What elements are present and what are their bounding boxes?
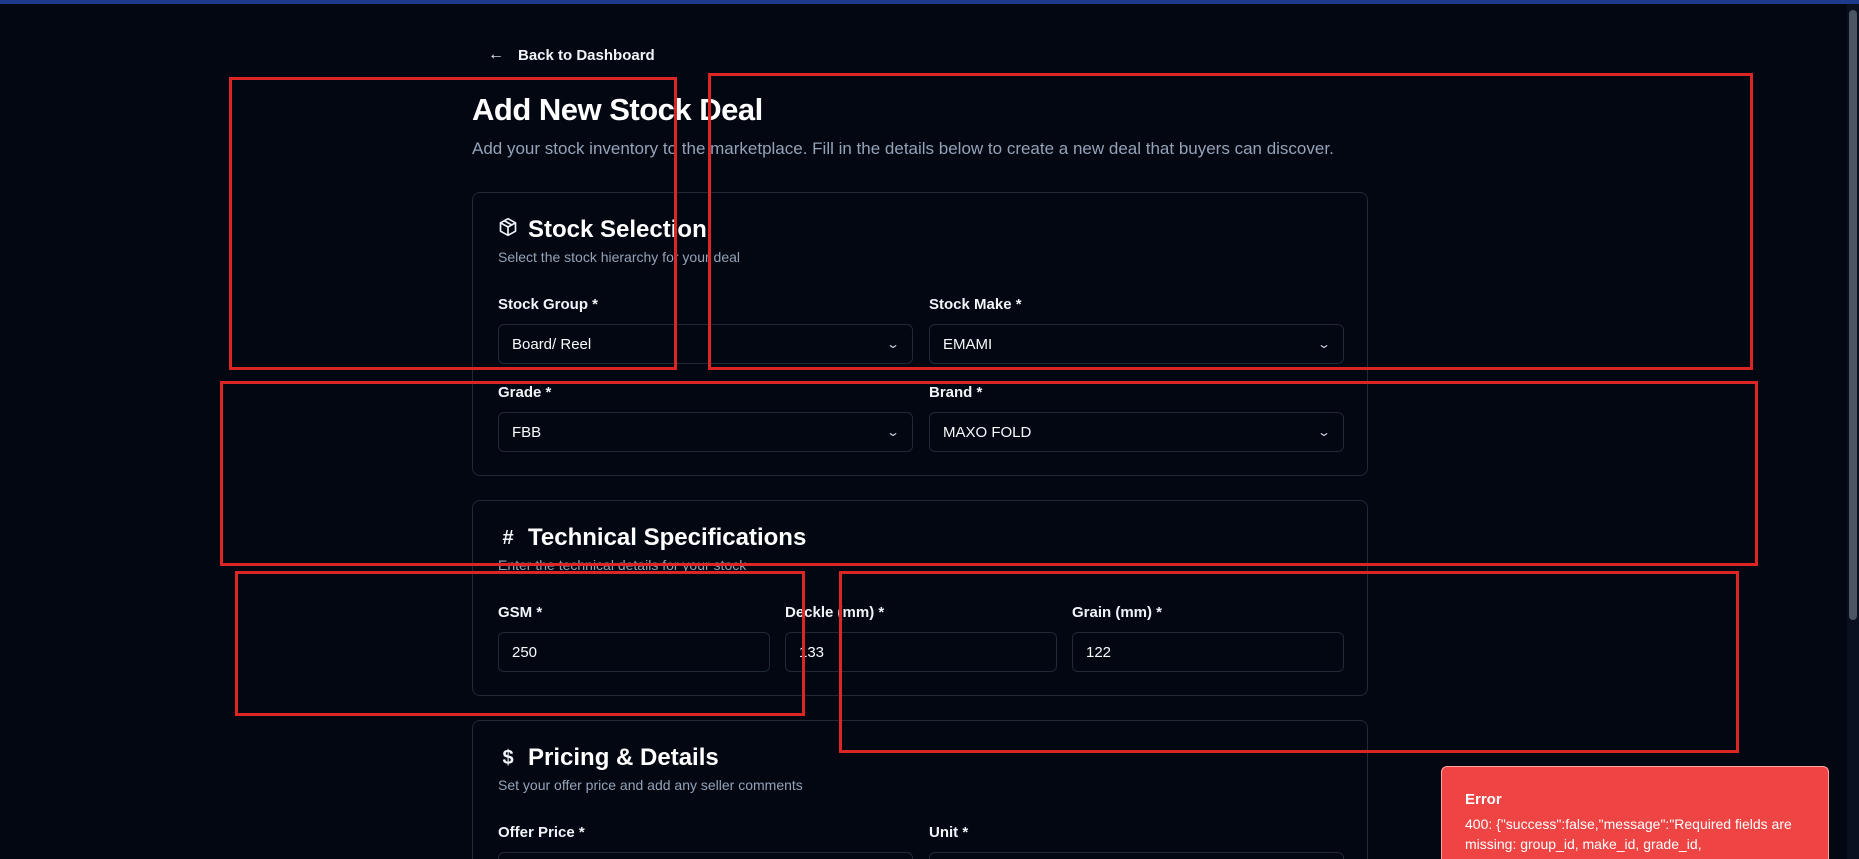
stock-group-select[interactable]: Board/ Reel ⌄ [498, 324, 913, 364]
pricing-details-title: $ Pricing & Details [498, 744, 719, 772]
grade-label: Grade * [498, 384, 552, 401]
technical-specifications-title-text: Technical Specifications [528, 524, 807, 551]
scrollbar-thumb[interactable] [1849, 10, 1857, 620]
error-toast-title: Error [1465, 791, 1502, 808]
brand-select[interactable]: MAXO FOLD ⌄ [929, 412, 1344, 452]
stock-make-value: EMAMI [943, 335, 993, 353]
stock-selection-description: Select the stock hierarchy for your deal [498, 249, 741, 265]
chevron-down-icon: ⌄ [885, 337, 901, 351]
error-toast-message: 400: {"success":false,"message":"Require… [1465, 816, 1792, 852]
stock-make-label: Stock Make * [929, 296, 1022, 313]
deckle-label: Deckle (mm) * [785, 604, 885, 621]
gsm-input[interactable] [498, 632, 770, 672]
dollar-icon: $ [502, 746, 514, 769]
offer-price-label: Offer Price * [498, 824, 585, 841]
hash-icon: # [502, 526, 514, 549]
chevron-down-icon: ⌄ [1316, 425, 1332, 439]
offer-price-input[interactable] [498, 852, 913, 859]
chevron-down-icon: ⌄ [1316, 337, 1332, 351]
pricing-details-title-text: Pricing & Details [528, 744, 719, 771]
package-icon [498, 217, 518, 243]
stock-selection-card: Stock Selection Select the stock hierarc… [472, 192, 1368, 476]
unit-label: Unit * [929, 824, 969, 841]
technical-specifications-card: # Technical Specifications Enter the tec… [472, 500, 1368, 696]
pricing-details-card: $ Pricing & Details Set your offer price… [472, 720, 1368, 859]
gsm-label: GSM * [498, 604, 543, 621]
technical-specifications-title: # Technical Specifications [498, 524, 806, 552]
back-link-label: Back to Dashboard [518, 46, 655, 64]
stock-make-select[interactable]: EMAMI ⌄ [929, 324, 1344, 364]
page-title: Add New Stock Deal [472, 92, 763, 127]
technical-specifications-description: Enter the technical details for your sto… [498, 557, 747, 573]
arrow-left-icon: ← [488, 46, 504, 63]
stock-selection-title: Stock Selection [498, 216, 707, 244]
pricing-details-description: Set your offer price and add any seller … [498, 777, 803, 793]
back-to-dashboard-link[interactable]: ← Back to Dashboard [488, 46, 655, 64]
unit-select[interactable] [929, 852, 1344, 859]
browser-top-bar [0, 0, 1859, 4]
chevron-down-icon: ⌄ [885, 425, 901, 439]
stock-group-value: Board/ Reel [512, 335, 592, 353]
page-subtitle: Add your stock inventory to the marketpl… [472, 139, 1334, 158]
brand-label: Brand * [929, 384, 983, 401]
scrollbar-track[interactable] [1847, 4, 1859, 859]
grain-input[interactable] [1072, 632, 1344, 672]
stock-group-label: Stock Group * [498, 296, 599, 313]
stock-selection-title-text: Stock Selection [528, 216, 707, 243]
grade-select[interactable]: FBB ⌄ [498, 412, 913, 452]
grade-value: FBB [512, 423, 542, 441]
deckle-input[interactable] [785, 632, 1057, 672]
error-toast[interactable]: Error 400: {"success":false,"message":"R… [1441, 766, 1829, 859]
grain-label: Grain (mm) * [1072, 604, 1163, 621]
brand-value: MAXO FOLD [943, 423, 1032, 441]
